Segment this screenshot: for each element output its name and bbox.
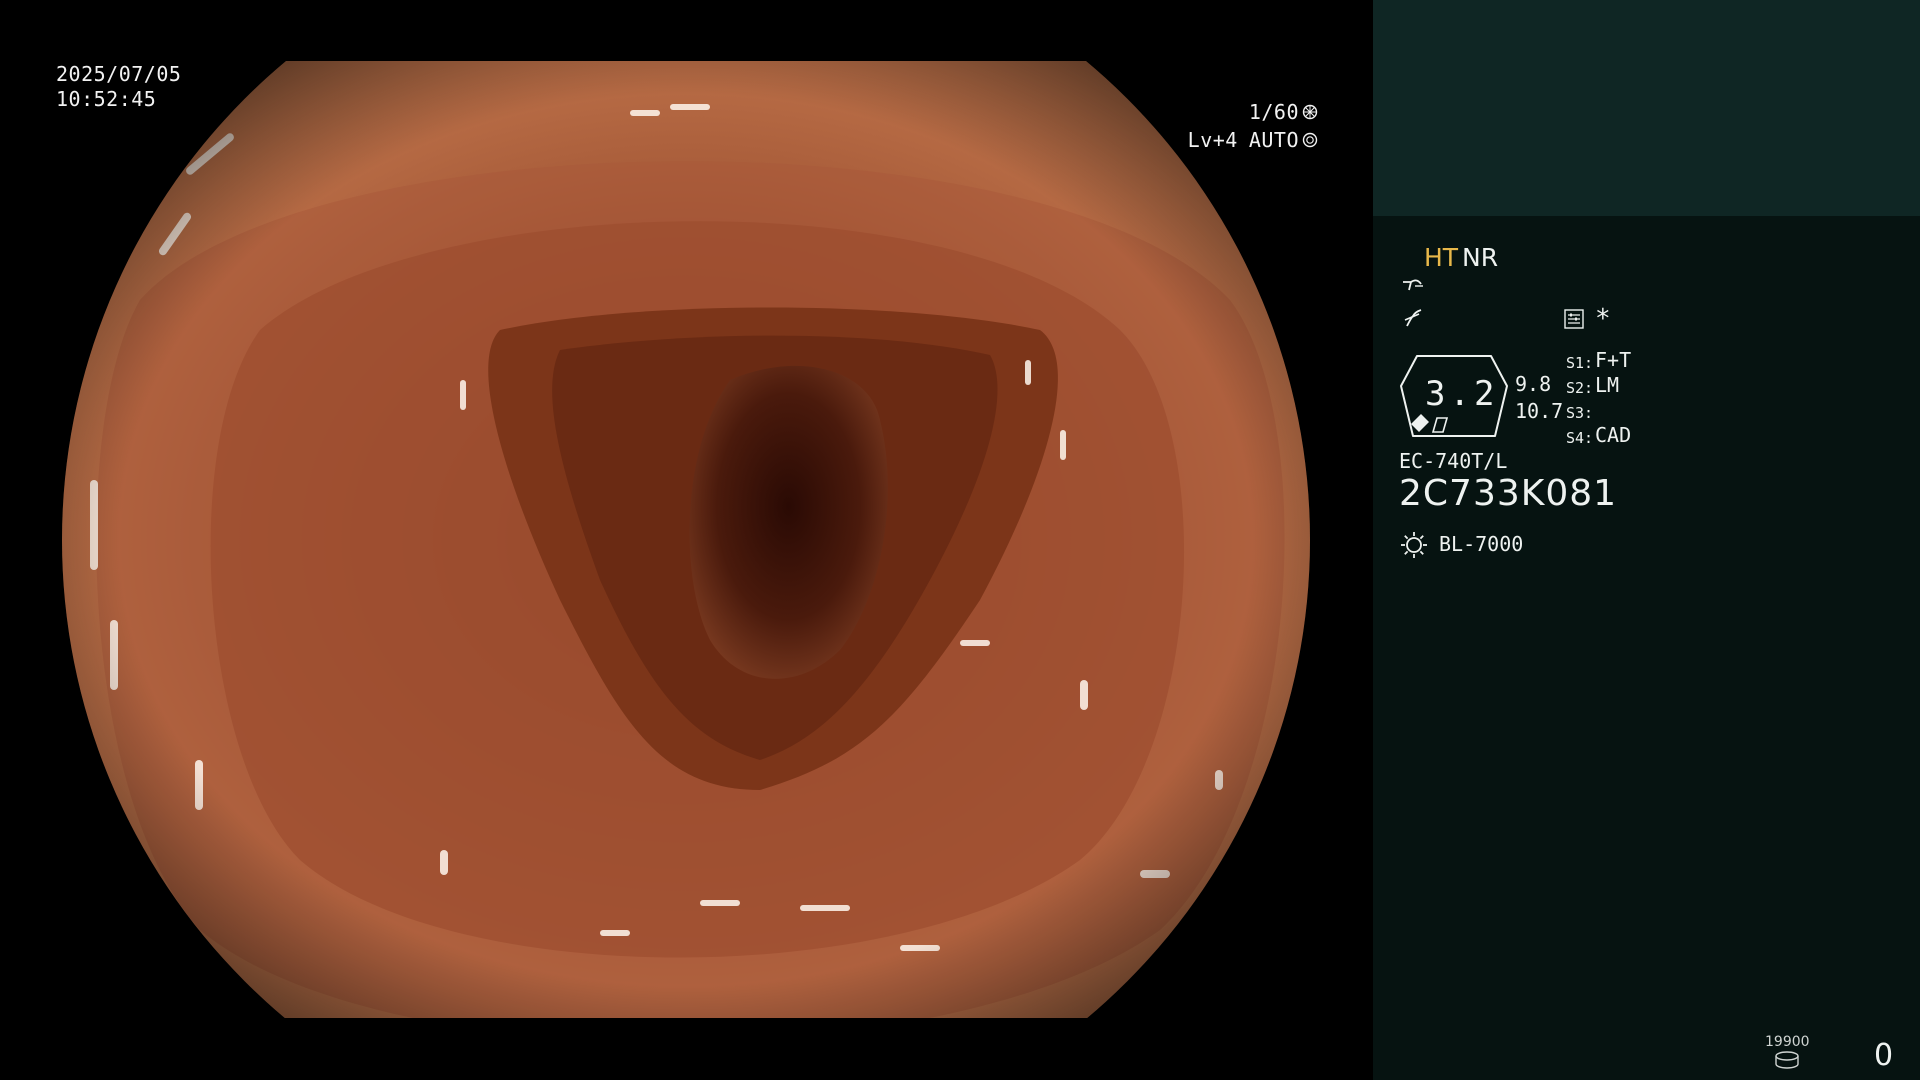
scope-serial-number: 2C733K081 <box>1399 473 1618 514</box>
zoom-value-a: 9.8 <box>1515 372 1552 396</box>
color-enhance-icon <box>1404 309 1422 327</box>
magnification-value: 3.2 <box>1425 374 1499 414</box>
light-source-icon <box>1401 532 1427 558</box>
exposure-level-text: Lv+4 <box>1187 127 1238 152</box>
switch-1-value: F+T <box>1595 348 1632 372</box>
endoscopy-monitor: 2025/07/05 10:52:45 1/60 Lv+4 AUTO HT NR… <box>0 0 1920 1080</box>
exposure-mode-text: AUTO <box>1248 127 1299 152</box>
storage-capacity-text: 19900 <box>1765 1034 1810 1050</box>
mode-ht-label: HT <box>1424 243 1459 272</box>
exposure-readout: 1/60 Lv+4 AUTO <box>1188 98 1318 154</box>
scope-model-text: EC-740T/L <box>1399 449 1508 473</box>
date-text: 2025/07/05 <box>56 62 182 86</box>
switch-4-value: CAD <box>1595 423 1632 447</box>
structure-enhance-icon <box>1403 279 1423 291</box>
storage-disk-icon <box>1775 1051 1799 1069</box>
panel-header-area <box>1373 0 1920 216</box>
settings-list-icon <box>1564 309 1584 329</box>
capture-count: 0 <box>1874 1038 1894 1073</box>
aperture-icon <box>1302 104 1318 120</box>
switch-1-label: S1: <box>1566 354 1594 372</box>
asterisk-indicator: * <box>1595 304 1611 334</box>
zoom-value-b: 10.7 <box>1515 399 1564 423</box>
switch-3-label: S3: <box>1566 404 1594 422</box>
switch-4-label: S4: <box>1566 429 1594 447</box>
time-text: 10:52:45 <box>56 87 157 111</box>
endoscope-video-area: 2025/07/05 10:52:45 1/60 Lv+4 AUTO <box>0 0 1372 1080</box>
status-panel: HT NR * 3.2 9.8 10.7 S1: F+T S2: LM S3: <box>1373 216 1920 1080</box>
iris-icon <box>1302 132 1318 148</box>
shutter-speed-text: 1/60 <box>1248 99 1299 124</box>
switch-2-label: S2: <box>1566 379 1594 397</box>
date-time-readout: 2025/07/05 10:52:45 <box>56 62 181 112</box>
endoscope-live-image <box>62 61 1310 1018</box>
switch-2-value: LM <box>1595 373 1620 397</box>
light-source-text: BL-7000 <box>1439 532 1524 556</box>
mode-nr-label: NR <box>1462 243 1499 272</box>
